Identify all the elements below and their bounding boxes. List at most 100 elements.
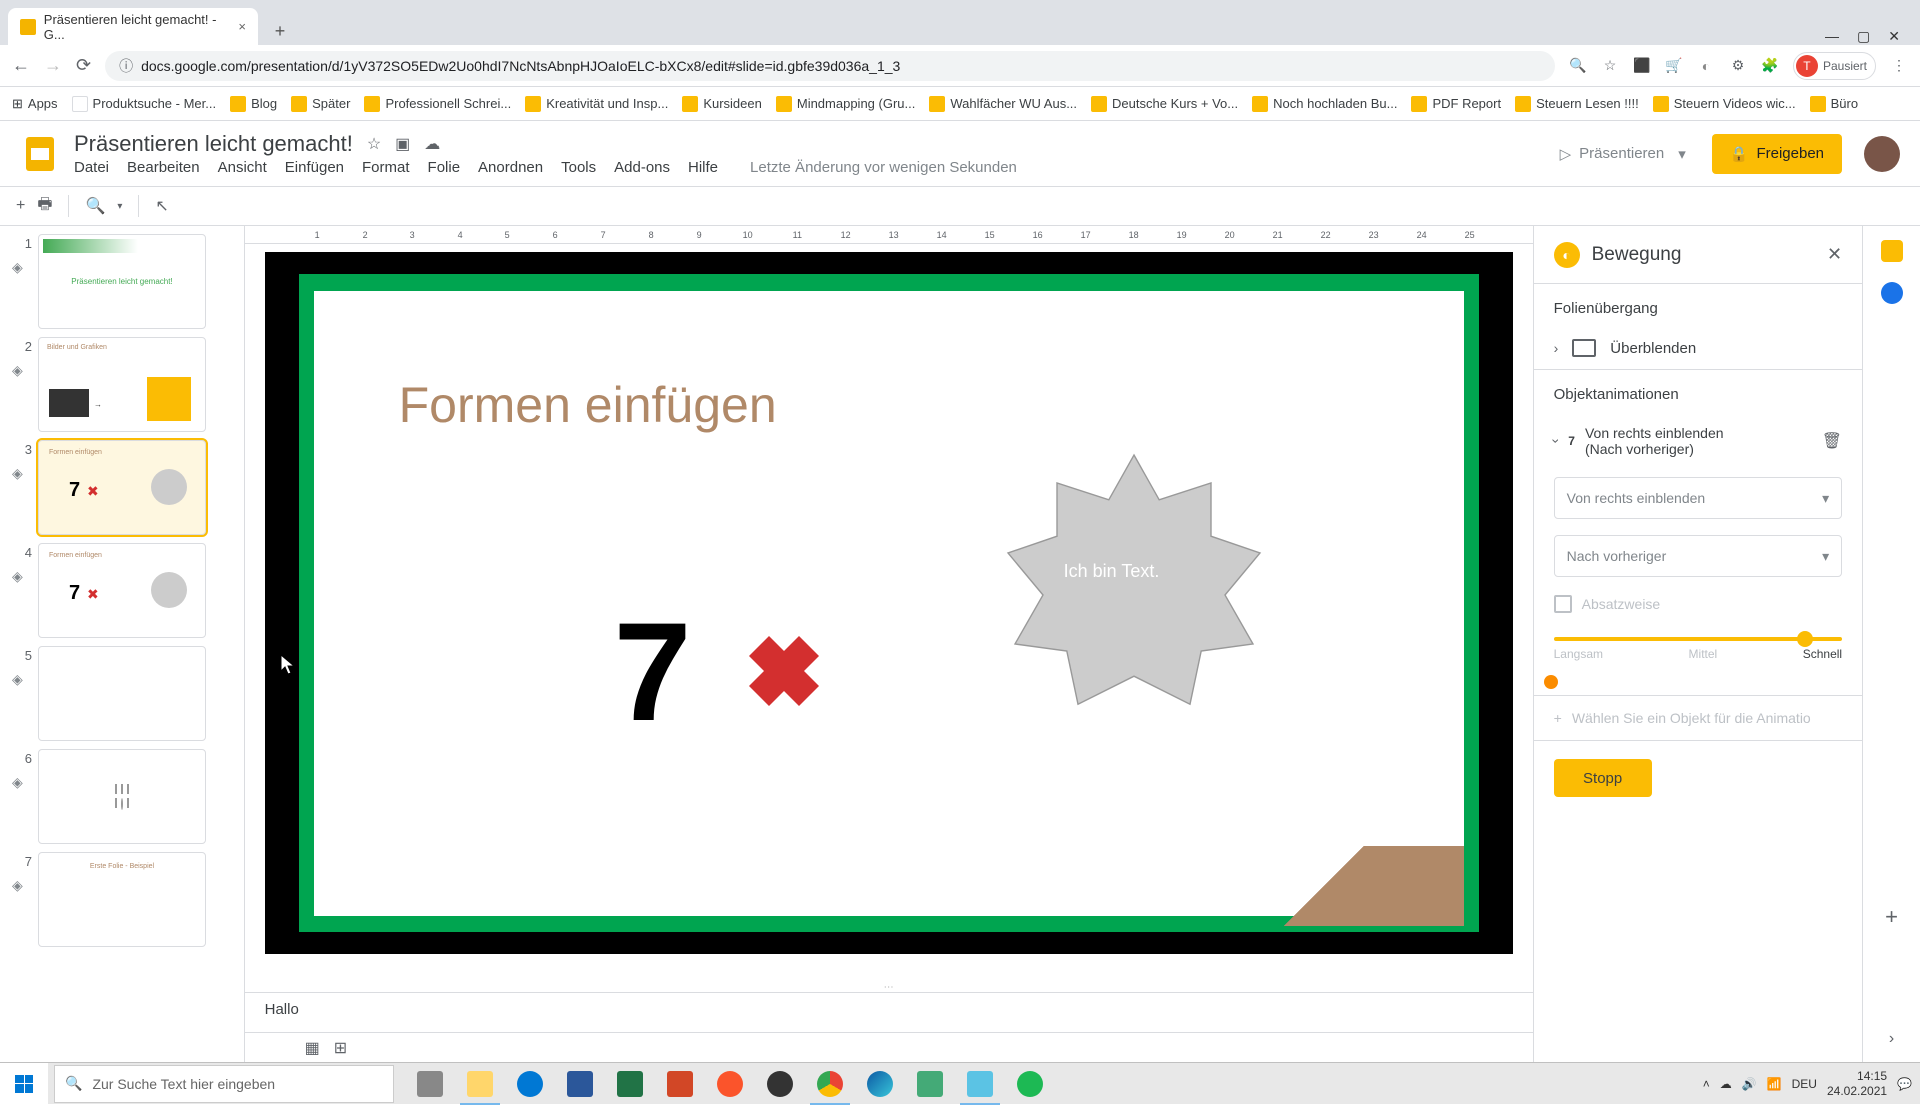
tray-wifi-icon[interactable]: 📶 [1767,1077,1782,1091]
menu-insert[interactable]: Einfügen [285,159,344,176]
back-button[interactable]: ← [12,55,30,76]
close-panel-icon[interactable]: ✕ [1827,244,1842,265]
taskbar-edge[interactable] [856,1063,904,1105]
tray-clock[interactable]: 14:15 24.02.2021 [1827,1069,1887,1098]
animation-item[interactable]: › 7 Von rechts einblenden (Nach vorherig… [1534,413,1862,469]
menu-slide[interactable]: Folie [428,159,461,176]
start-button[interactable] [0,1063,48,1105]
bookmark-item[interactable]: Steuern Videos wic... [1653,96,1796,112]
share-button[interactable]: 🔒 Freigeben [1712,134,1842,174]
site-info-icon[interactable]: ⓘ [119,56,133,76]
menu-addons[interactable]: Add-ons [614,159,670,176]
taskbar-powerpoint[interactable] [656,1063,704,1105]
by-paragraph-checkbox[interactable]: Absatzweise [1534,585,1862,623]
tray-onedrive-icon[interactable]: ☁ [1720,1077,1732,1091]
menu-format[interactable]: Format [362,159,410,176]
slide-thumbnail-active[interactable]: Formen einfügen7✖ [38,440,206,535]
extension-icon-3[interactable]: ⚙ [1729,57,1747,75]
forward-button[interactable]: → [44,55,62,76]
bookmark-item[interactable]: Steuern Lesen !!!! [1515,96,1639,112]
reload-button[interactable]: ⟳ [76,55,91,76]
bookmark-item[interactable]: Büro [1810,96,1858,112]
bookmark-item[interactable]: Professionell Schrei... [364,96,511,112]
menu-file[interactable]: Datei [74,159,109,176]
slide-thumbnail[interactable] [38,646,206,741]
document-title[interactable]: Präsentieren leicht gemacht! [74,131,353,157]
slide-thumbnail[interactable]: Präsentieren leicht gemacht! [38,234,206,329]
extensions-menu-icon[interactable]: 🧩 [1761,57,1779,75]
bookmark-item[interactable]: PDF Report [1411,96,1501,112]
red-x-shape[interactable] [734,631,834,731]
add-animation-button[interactable]: + Wählen Sie ein Objekt für die Animatio [1534,695,1862,741]
tray-volume-icon[interactable]: 🔊 [1742,1077,1757,1091]
stop-button[interactable]: Stopp [1554,759,1652,797]
present-button[interactable]: ▷ Präsentieren ▾ [1548,137,1698,171]
slide-thumbnail[interactable] [38,749,206,844]
browser-tab[interactable]: Präsentieren leicht gemacht! - G... × [8,8,258,45]
profile-button[interactable]: T Pausiert [1793,52,1876,80]
zoom-icon[interactable]: 🔍 [1569,57,1587,75]
star-icon[interactable]: ☆ [367,134,381,154]
bookmark-item[interactable]: Wahlfächer WU Aus... [929,96,1077,112]
close-tab-icon[interactable]: × [238,19,246,34]
taskbar-search[interactable]: 🔍 Zur Suche Text hier eingeben [54,1065,394,1103]
bookmark-star-icon[interactable]: ☆ [1601,57,1619,75]
new-slide-button[interactable]: + [16,197,25,215]
bookmark-item[interactable]: Mindmapping (Gru... [776,96,916,112]
bookmark-item[interactable]: Produktsuche - Mer... [72,96,217,112]
keep-icon[interactable] [1881,240,1903,262]
account-avatar[interactable] [1864,136,1900,172]
extension-cart-icon[interactable]: 🛒 [1665,57,1683,75]
slide-title[interactable]: Formen einfügen [399,376,777,434]
menu-edit[interactable]: Bearbeiten [127,159,200,176]
minimize-icon[interactable]: — [1825,28,1839,45]
chevron-down-icon[interactable]: ▾ [1678,145,1686,163]
tray-notifications-icon[interactable]: 💬 [1897,1077,1912,1091]
delete-animation-icon[interactable]: 🗑 [1822,431,1842,451]
bookmark-item[interactable]: Kreativität und Insp... [525,96,668,112]
speaker-notes[interactable]: Hallo [245,992,1533,1032]
bookmark-item[interactable]: Deutsche Kurs + Vo... [1091,96,1238,112]
extension-icon-2[interactable]: ◐ [1697,57,1715,75]
slide-thumbnail[interactable]: Formen einfügen7✖ [38,543,206,638]
taskbar-word[interactable] [556,1063,604,1105]
animation-type-select[interactable]: Von rechts einblenden ▾ [1554,477,1842,519]
add-addon-icon[interactable]: + [1885,904,1898,930]
filmstrip-view-icon[interactable]: ⊞ [334,1038,347,1058]
bookmark-item[interactable]: Kursideen [682,96,762,112]
extension-icon[interactable]: ⬛ [1633,57,1651,75]
menu-help[interactable]: Hilfe [688,159,718,176]
bookmark-item[interactable]: Blog [230,96,277,112]
taskbar-chrome[interactable] [806,1063,854,1105]
transition-row[interactable]: › Überblenden [1534,327,1862,370]
bookmark-item[interactable]: ⊞Apps [12,96,58,112]
new-tab-button[interactable]: + [266,17,294,45]
taskbar-notepad[interactable] [956,1063,1004,1105]
taskbar-edge-legacy[interactable] [506,1063,554,1105]
taskbar-spotify[interactable] [1006,1063,1054,1105]
task-view-button[interactable] [406,1063,454,1105]
slide-stage[interactable]: Formen einfügen 7 Ich bin Text. [265,252,1513,954]
last-edit-label[interactable]: Letzte Änderung vor wenigen Sekunden [750,159,1017,176]
taskbar-brave[interactable] [706,1063,754,1105]
slides-logo[interactable] [20,134,60,174]
taskbar-obs[interactable] [756,1063,804,1105]
animation-timing-select[interactable]: Nach vorheriger ▾ [1554,535,1842,577]
taskbar-app[interactable] [906,1063,954,1105]
menu-tools[interactable]: Tools [561,159,596,176]
speed-slider[interactable] [1554,637,1842,641]
menu-arrange[interactable]: Anordnen [478,159,543,176]
star-text-label[interactable]: Ich bin Text. [1064,561,1160,582]
chevron-right-icon[interactable]: › [1889,1030,1894,1048]
taskbar-explorer[interactable] [456,1063,504,1105]
tasks-icon[interactable] [1881,282,1903,304]
taskbar-excel[interactable] [606,1063,654,1105]
tray-chevron-icon[interactable]: ˄ [1703,1077,1710,1091]
zoom-dropdown[interactable]: ▾ [117,201,122,212]
bookmark-item[interactable]: Noch hochladen Bu... [1252,96,1397,112]
move-icon[interactable]: ▣ [395,134,410,154]
slide-thumbnail[interactable]: Erste Folie - Beispiel [38,852,206,947]
zoom-tool-icon[interactable]: 🔍 [85,196,105,216]
close-window-icon[interactable]: ✕ [1888,28,1900,45]
slide-filmstrip[interactable]: 1◈ Präsentieren leicht gemacht! 2◈ Bilde… [0,226,245,1062]
